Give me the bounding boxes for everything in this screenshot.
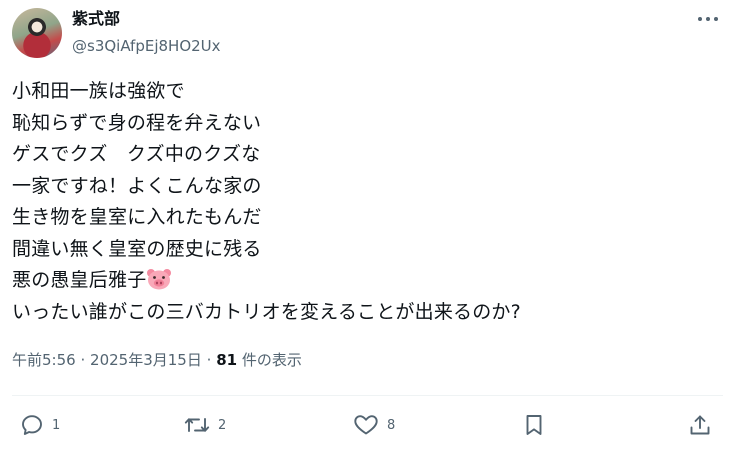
retweet-count: 2 [218, 417, 227, 433]
avatar[interactable] [12, 8, 62, 58]
views-label: 件の表示 [241, 351, 302, 369]
retweet-button[interactable]: 2 [184, 412, 226, 438]
tweet-line: 悪の愚皇后雅子 [12, 269, 147, 291]
reply-icon [20, 413, 44, 437]
tweet-line: 恥知らずで身の程を弁えない [12, 111, 262, 134]
like-count: 8 [387, 417, 396, 433]
tweet-line: 間違い無く皇室の歴史に残る [12, 237, 262, 260]
bookmark-icon [522, 413, 546, 437]
meta-separator: · [206, 351, 212, 369]
divider [12, 395, 723, 396]
reply-count: 1 [52, 417, 61, 433]
heart-icon [353, 413, 379, 437]
post-date[interactable]: 2025年3月15日 [90, 351, 202, 369]
retweet-icon [184, 413, 210, 437]
share-button[interactable] [688, 412, 712, 438]
tweet-line: 小和田一族は強欲で [12, 80, 185, 102]
tweet-line: いったい誰がこの三バカトリオを変えることが出来るのか? [12, 300, 521, 323]
tweet-line: ゲスでクズ クズ中のクズな [12, 143, 261, 165]
author-display-name[interactable]: 紫式部 [72, 9, 120, 29]
pig-face-icon [146, 268, 172, 290]
tweet-line: 一家ですね！よくこんな家の [12, 174, 262, 197]
share-icon [688, 413, 712, 437]
author-handle[interactable]: @s3QiAfpEj8HO2Ux [72, 36, 221, 56]
views-count: 81 [216, 351, 238, 369]
tweet-line-with-emoji: 悪の愚皇后雅子 [12, 265, 722, 297]
meta-separator: · [80, 351, 86, 369]
reply-button[interactable]: 1 [20, 412, 60, 438]
like-button[interactable]: 8 [353, 412, 395, 438]
bookmark-button[interactable] [522, 412, 546, 438]
post-time[interactable]: 午前5:56 [12, 351, 76, 369]
tweet-meta: 午前5:56 · 2025年3月15日 · 81 件の表示 [12, 350, 302, 370]
tweet-text: 小和田一族は強欲で恥知らずで身の程を弁えない ゲスでクズ クズ中のクズな 一家ですね… [12, 76, 722, 328]
more-options-icon[interactable] [697, 12, 719, 26]
tweet-line: 生き物を皇室に入れたもんだ [12, 206, 262, 228]
